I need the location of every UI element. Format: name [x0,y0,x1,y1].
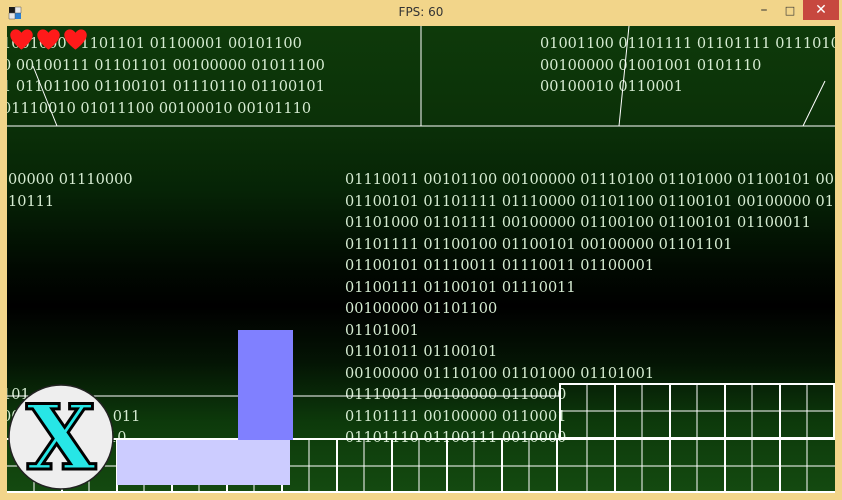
title-bar[interactable]: FPS: 60 – □ ✕ [0,0,842,26]
x-logo-icon: X [8,384,114,491]
tile-grid [7,383,835,493]
game-viewport[interactable]: 1001000 01101101 01100001 00101100 0 001… [7,26,835,493]
maximize-button[interactable]: □ [777,0,803,20]
game-window: FPS: 60 – □ ✕ 1001000 01101101 01100001 … [0,0,842,500]
logo-letter: X [26,385,96,491]
close-button[interactable]: ✕ [803,0,839,20]
window-title: FPS: 60 [398,5,444,19]
floor-block [117,440,290,485]
minimize-button[interactable]: – [751,0,777,20]
player-block [238,330,293,440]
